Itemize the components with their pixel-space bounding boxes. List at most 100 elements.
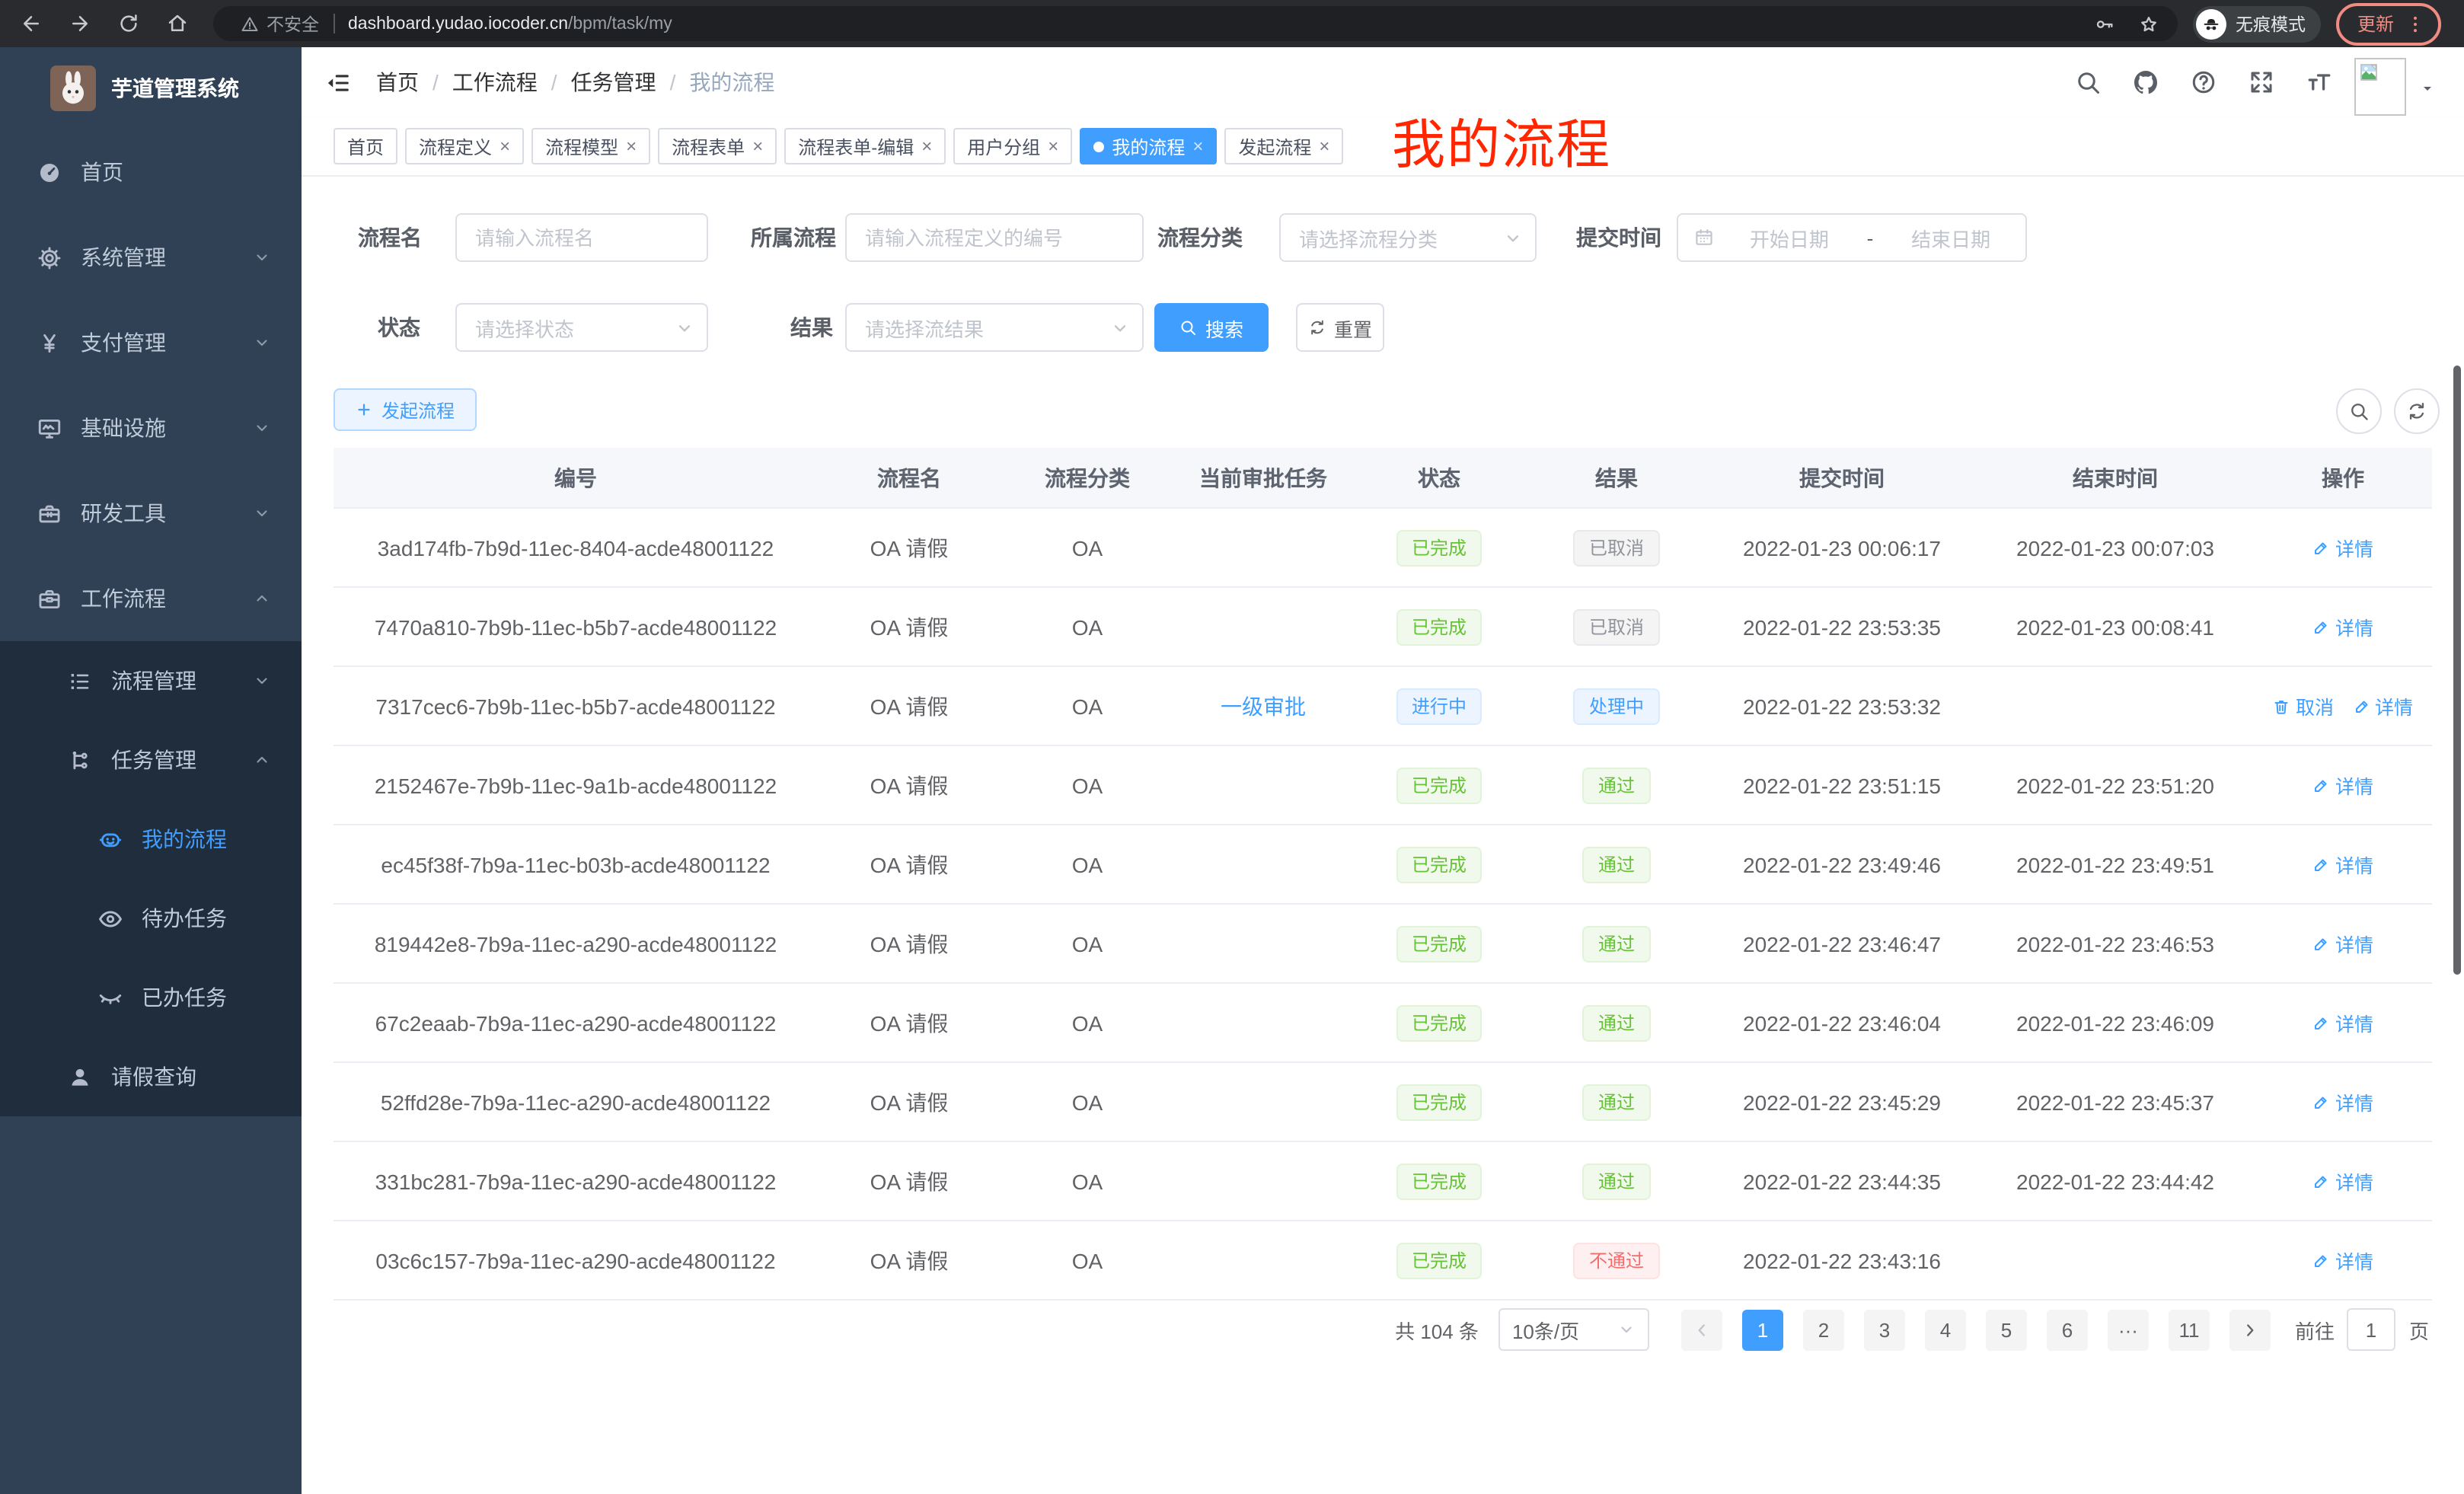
close-icon[interactable]: × (752, 137, 763, 155)
tab[interactable]: 流程表单 × (658, 128, 777, 164)
sidebar-item[interactable]: 待办任务 (0, 879, 302, 958)
action-link[interactable]: 详情 (2312, 1246, 2373, 1275)
action-link[interactable]: 详情 (2312, 1008, 2373, 1037)
tab[interactable]: 流程模型 × (531, 128, 650, 164)
tab[interactable]: 流程表单-编辑 × (784, 128, 946, 164)
close-icon[interactable]: × (500, 137, 510, 155)
avatar[interactable] (2354, 58, 2406, 116)
prev-page-button[interactable] (1681, 1309, 1722, 1350)
action-link[interactable]: 详情 (2312, 771, 2373, 800)
browser-menu-icon[interactable] (2405, 13, 2426, 34)
bookmark-star-icon[interactable] (2138, 13, 2159, 34)
breadcrumb-item[interactable]: 任务管理 (571, 67, 656, 97)
help-icon[interactable] (2190, 69, 2217, 96)
task-link[interactable]: 一级审批 (1221, 694, 1306, 718)
tab[interactable]: 流程定义 × (405, 128, 524, 164)
goto-page-input[interactable] (2347, 1308, 2395, 1351)
close-icon[interactable]: × (1192, 137, 1203, 155)
app-logo[interactable]: 芋道管理系统 (0, 47, 302, 129)
scrollbar-thumb[interactable] (2453, 366, 2461, 975)
end-date-placeholder: 结束日期 (1876, 223, 2025, 252)
page-button[interactable]: ··· (2108, 1309, 2149, 1350)
tab[interactable]: 用户分组 × (953, 128, 1072, 164)
cell-status: 已完成 (1352, 508, 1526, 587)
search-icon[interactable] (2074, 69, 2102, 96)
sidebar-item[interactable]: 首页 (0, 129, 302, 215)
sidebar-item[interactable]: 研发工具 (0, 471, 302, 556)
tab[interactable]: 发起流程 × (1224, 128, 1343, 164)
breadcrumb-item[interactable]: 首页 (376, 67, 419, 97)
sidebar-item[interactable]: 工作流程 (0, 556, 302, 641)
search-button[interactable]: 搜索 (1154, 303, 1269, 352)
password-key-icon[interactable] (2094, 13, 2115, 34)
reset-button[interactable]: 重置 (1296, 303, 1384, 352)
filter-definition-input[interactable] (845, 213, 1144, 262)
sidebar-item[interactable]: 基础设施 (0, 385, 302, 471)
browser-forward-button[interactable] (61, 5, 97, 42)
page-button[interactable]: 1 (1742, 1309, 1783, 1350)
sidebar-fold-button[interactable] (321, 65, 355, 99)
action-link[interactable]: 详情 (2312, 929, 2373, 958)
browser-update-button[interactable]: 更新 (2336, 2, 2441, 45)
sidebar-item[interactable]: 已办任务 (0, 958, 302, 1037)
next-page-button[interactable] (2229, 1309, 2271, 1350)
sidebar-item[interactable]: 我的流程 (0, 800, 302, 879)
page-button[interactable]: 11 (2169, 1309, 2210, 1350)
action-link[interactable]: 详情 (2312, 1087, 2373, 1116)
github-icon[interactable] (2132, 69, 2159, 96)
page-button[interactable]: 4 (1925, 1309, 1966, 1350)
table-row: 67c2eaab-7b9a-11ec-a290-acde48001122 OA … (334, 983, 2432, 1062)
action-link[interactable]: 取消 (2273, 691, 2334, 720)
filter-name-input[interactable] (455, 213, 708, 262)
page-size-select[interactable]: 10条/页 (1499, 1308, 1649, 1351)
page-button[interactable]: 3 (1864, 1309, 1905, 1350)
page-button[interactable]: 5 (1986, 1309, 2027, 1350)
back-icon (19, 12, 42, 35)
filter-category-select[interactable]: 请选择流程分类 (1279, 213, 1537, 262)
avatar-caret-icon[interactable] (2418, 79, 2437, 97)
close-icon[interactable]: × (921, 137, 932, 155)
start-process-button[interactable]: 发起流程 (334, 388, 477, 431)
filter-time-range[interactable]: 开始日期 - 结束日期 (1677, 213, 2027, 262)
sidebar-item[interactable]: 任务管理 (0, 720, 302, 800)
sidebar-item[interactable]: 支付管理 (0, 300, 302, 385)
browser-reload-button[interactable] (110, 5, 146, 42)
action-link[interactable]: 详情 (2312, 612, 2373, 641)
font-size-icon[interactable] (2306, 69, 2333, 96)
sidebar-item[interactable]: 流程管理 (0, 641, 302, 720)
chevron-left-icon (1692, 1320, 1712, 1339)
action-icon (2312, 538, 2331, 557)
security-status[interactable]: 不安全 (241, 11, 319, 36)
show-search-button[interactable] (2336, 388, 2382, 434)
tab[interactable]: 首页 (334, 128, 397, 164)
definition-input[interactable] (847, 215, 1142, 260)
cell-task (1174, 1141, 1352, 1221)
action-link[interactable]: 详情 (2312, 533, 2373, 562)
filter-result-select[interactable]: 请选择流结果 (845, 303, 1144, 352)
close-icon[interactable]: × (1048, 137, 1058, 155)
address-bar[interactable]: 不安全 dashboard.yudao.iocoder.cn/bpm/task/… (213, 6, 2178, 41)
action-link[interactable]: 详情 (2312, 1167, 2373, 1196)
filter-status-select[interactable]: 请选择状态 (455, 303, 708, 352)
name-input[interactable] (457, 215, 707, 260)
close-icon[interactable]: × (1319, 137, 1329, 155)
app-title: 芋道管理系统 (111, 73, 239, 104)
refresh-table-button[interactable] (2394, 388, 2440, 434)
page-button[interactable]: 6 (2047, 1309, 2088, 1350)
action-link[interactable]: 详情 (2352, 691, 2413, 720)
tab[interactable]: 我的流程 × (1080, 128, 1217, 164)
sidebar-item[interactable]: 请假查询 (0, 1037, 302, 1116)
close-icon[interactable]: × (626, 137, 637, 155)
browser-back-button[interactable] (12, 5, 49, 42)
page-unit-label: 页 (2409, 1315, 2429, 1344)
action-link[interactable]: 详情 (2312, 850, 2373, 879)
chevron-icon (253, 419, 271, 437)
breadcrumb-item[interactable]: 工作流程 (452, 67, 538, 97)
sidebar-item[interactable]: 系统管理 (0, 215, 302, 300)
browser-home-button[interactable] (158, 5, 195, 42)
breadcrumb-item[interactable]: 我的流程 (689, 67, 774, 97)
fullscreen-icon[interactable] (2248, 69, 2275, 96)
status-badge: 已完成 (1396, 1004, 1482, 1041)
cell-result: 已取消 (1526, 587, 1707, 666)
page-button[interactable]: 2 (1803, 1309, 1844, 1350)
